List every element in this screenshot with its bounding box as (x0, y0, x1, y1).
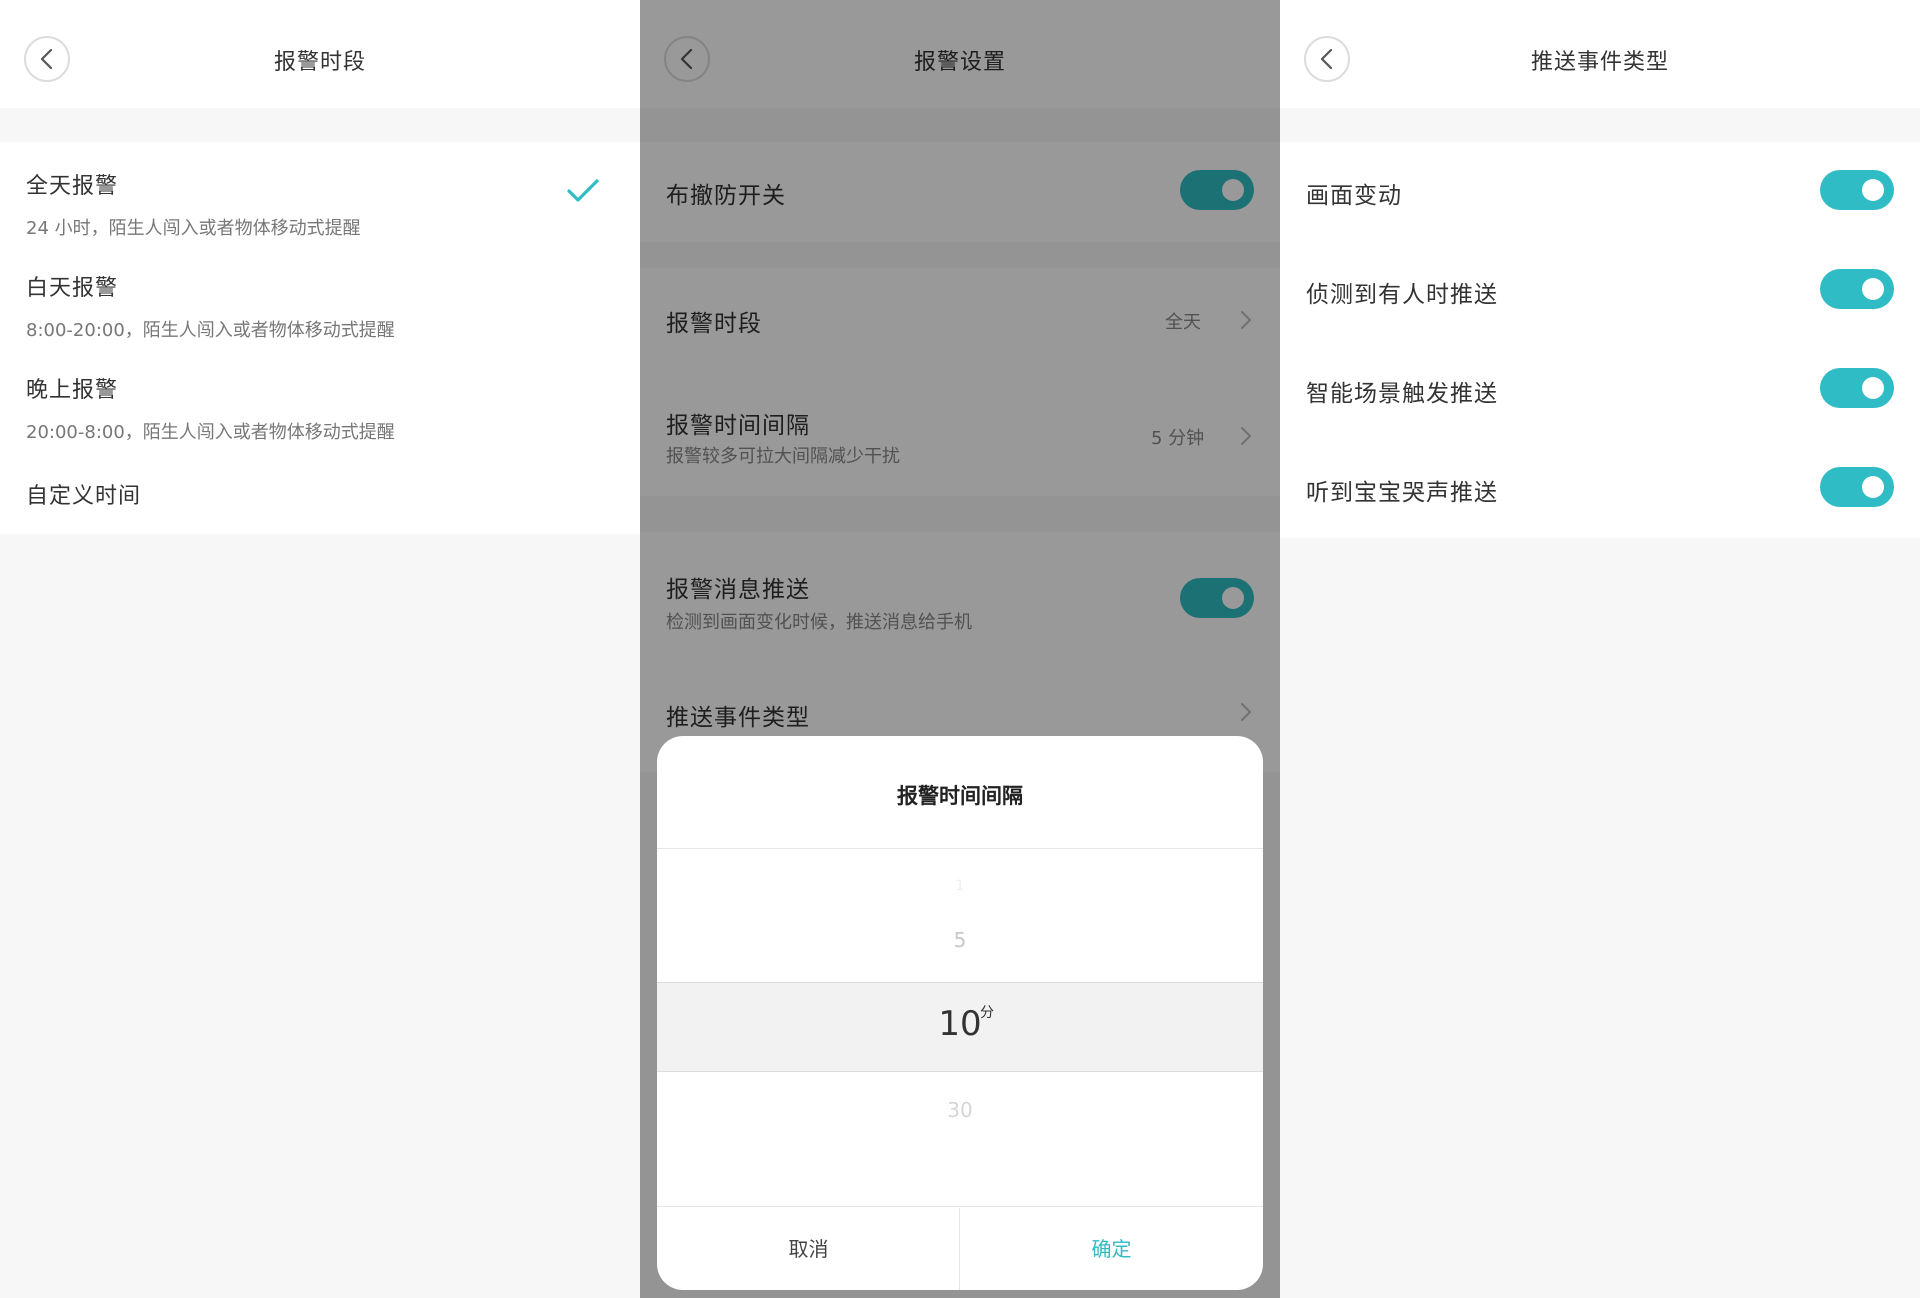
checkmark-icon (567, 179, 599, 202)
alarm-period-screen: 报警时段 全天报警 24 小时，陌生人闯入或者物体移动式提醒 白天报警 8:00… (0, 0, 640, 1298)
picker-selected-option[interactable]: 10 (657, 1004, 1263, 1044)
period-option-custom[interactable]: 自定义时间 (26, 478, 141, 510)
event-type-list: 画面变动 侦测到有人时推送 智能场景触发推送 听到宝宝哭声推送 (1280, 142, 1920, 538)
confirm-button[interactable]: 确定 (960, 1233, 1263, 1262)
option-title: 全天报警 (26, 174, 119, 199)
interval-picker-dialog: 报警时间间隔 1 5 10 分 30 取消 确定 (657, 736, 1263, 1290)
event-type-toggle[interactable] (1820, 467, 1894, 507)
picker-unit: 分 (980, 1005, 994, 1021)
period-option-daytime[interactable]: 白天报警 8:00-20:00，陌生人闯入或者物体移动式提醒 (26, 270, 395, 342)
page-title: 报警时段 (273, 50, 366, 75)
period-option-night[interactable]: 晚上报警 20:00-8:00，陌生人闯入或者物体移动式提醒 (26, 372, 395, 444)
alarm-settings-screen: 报警设置 布撤防开关 报警时段 全天 报警时间间隔 报警较多可拉大间隔减少干扰 … (640, 0, 1280, 1298)
header: 推送事件类型 (1280, 0, 1920, 108)
option-description: 24 小时，陌生人闯入或者物体移动式提醒 (26, 218, 361, 239)
event-type-label: 画面变动 (1306, 183, 1402, 209)
option-title: 自定义时间 (26, 484, 142, 509)
dialog-title: 报警时间间隔 (897, 784, 1023, 808)
picker-option[interactable]: 5 (657, 928, 1263, 952)
option-description: 20:00-8:00，陌生人闯入或者物体移动式提醒 (26, 422, 395, 443)
event-type-toggle[interactable] (1820, 269, 1894, 309)
push-event-types-screen: 推送事件类型 画面变动 侦测到有人时推送 智能场景触发推送 听到宝宝哭声推送 (1280, 0, 1920, 1298)
event-type-label: 智能场景触发推送 (1306, 381, 1498, 407)
picker-option[interactable]: 1 (657, 878, 1263, 894)
page-title: 推送事件类型 (1530, 50, 1669, 75)
option-title: 白天报警 (26, 276, 119, 301)
event-type-label: 侦测到有人时推送 (1306, 282, 1498, 308)
header: 报警时段 (0, 0, 640, 108)
event-type-toggle[interactable] (1820, 368, 1894, 408)
option-title: 晚上报警 (26, 378, 119, 403)
option-description: 8:00-20:00，陌生人闯入或者物体移动式提醒 (26, 320, 395, 341)
period-option-all-day[interactable]: 全天报警 24 小时，陌生人闯入或者物体移动式提醒 (26, 168, 361, 240)
divider (657, 848, 1263, 849)
screenshot-stage: 报警时段 全天报警 24 小时，陌生人闯入或者物体移动式提醒 白天报警 8:00… (0, 0, 1920, 1298)
cancel-button[interactable]: 取消 (657, 1233, 960, 1262)
event-type-toggle[interactable] (1820, 170, 1894, 210)
picker-option[interactable]: 30 (657, 1098, 1263, 1122)
period-option-list: 全天报警 24 小时，陌生人闯入或者物体移动式提醒 白天报警 8:00-20:0… (0, 142, 640, 534)
event-type-label: 听到宝宝哭声推送 (1306, 480, 1498, 506)
divider (657, 1206, 1263, 1207)
